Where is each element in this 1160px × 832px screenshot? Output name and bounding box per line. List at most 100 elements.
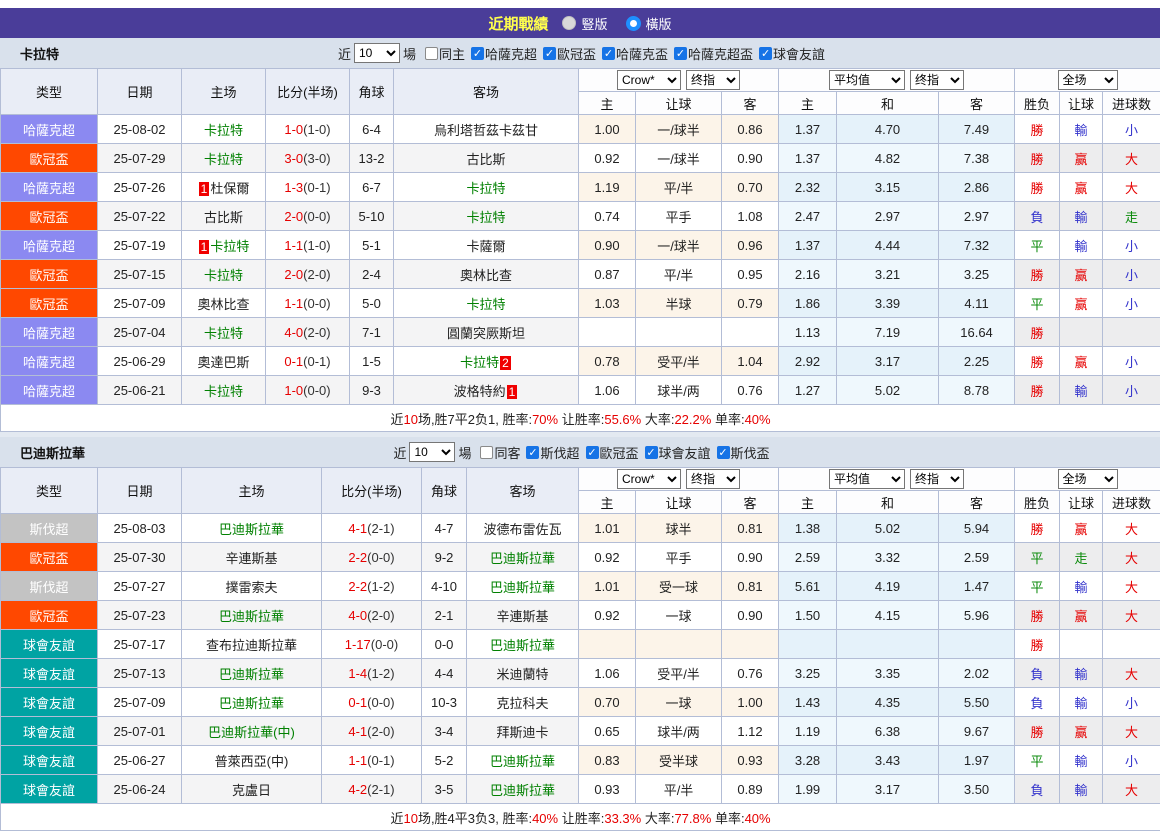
corner-cell: 2-4 xyxy=(350,260,394,289)
score-cell: 2-2(1-2) xyxy=(322,572,422,601)
league-filter-checkbox-3[interactable]: ✓ xyxy=(717,446,730,459)
home-team-name: 奧達巴斯 xyxy=(197,355,249,370)
avg-final-select[interactable]: 终指 xyxy=(910,469,964,489)
avg-home-cell: 1.19 xyxy=(779,717,837,746)
league-filter-checkbox-0[interactable]: ✓ xyxy=(471,47,484,60)
sub-header-0: 主 xyxy=(579,92,636,115)
avg-draw-cell: 3.32 xyxy=(837,543,939,572)
avg-select[interactable]: 平均值 xyxy=(829,469,905,489)
league-filter-checkbox-1[interactable]: ✓ xyxy=(543,47,556,60)
games-count-select[interactable]: 10 xyxy=(409,442,455,462)
corner-cell: 5-1 xyxy=(350,231,394,260)
summary-row: 近10场,胜7平2负1, 胜率:70% 让胜率:55.6% 大率:22.2% 单… xyxy=(1,405,1160,432)
league-filter-checkbox-1[interactable]: ✓ xyxy=(586,446,599,459)
home-team-name: 普萊西亞(中) xyxy=(215,754,289,769)
avg-home-cell: 1.99 xyxy=(779,775,837,804)
odds-final-select[interactable]: 终指 xyxy=(686,70,740,90)
away-team-name: 圓蘭突厥斯坦 xyxy=(447,326,525,341)
handicap-result-cell: 赢 xyxy=(1060,717,1103,746)
summary-label: 场,胜7平2负1, 胜率: xyxy=(418,412,532,427)
avg-final-select[interactable]: 终指 xyxy=(910,70,964,90)
sub-header-8: 进球数 xyxy=(1103,491,1160,514)
away-team-cell: 卡薩爾 xyxy=(394,231,579,260)
result-cell: 負 xyxy=(1015,659,1060,688)
halftime-score: (0-0) xyxy=(367,550,394,565)
avg-home-cell: 2.16 xyxy=(779,260,837,289)
table-row: 哈薩克超25-07-191卡拉特1-1(1-0)5-1卡薩爾0.90一/球半0.… xyxy=(1,231,1160,260)
away-team-cell: 巴迪斯拉華 xyxy=(467,775,579,804)
radio-vertical-icon[interactable] xyxy=(562,16,576,30)
same-venue-checkbox[interactable] xyxy=(480,446,493,459)
goals-result-cell: 小 xyxy=(1103,115,1160,144)
fulltime-score: 0-1 xyxy=(348,695,367,710)
same-venue-checkbox[interactable] xyxy=(425,47,438,60)
fulltime-score: 2-0 xyxy=(284,209,303,224)
league-filter-checkbox-0[interactable]: ✓ xyxy=(526,446,539,459)
avg-select[interactable]: 平均值 xyxy=(829,70,905,90)
away-team-name: 烏利塔哲茲卡茲甘 xyxy=(434,123,538,138)
radio-vertical-layout[interactable]: 豎版 xyxy=(562,14,607,33)
sub-header-1: 让球 xyxy=(636,92,722,115)
red-card-badge: 2 xyxy=(500,356,511,370)
avg-draw-cell: 4.44 xyxy=(837,231,939,260)
table-row: 斯伐超25-07-27撲雷索夫2-2(1-2)4-10巴迪斯拉華1.01受一球0… xyxy=(1,572,1160,601)
avg-home-cell: 1.50 xyxy=(779,601,837,630)
result-cell: 平 xyxy=(1015,231,1060,260)
radio-horizontal-layout[interactable]: 橫版 xyxy=(626,14,672,33)
summary-value: 40% xyxy=(745,811,771,826)
result-cell: 平 xyxy=(1015,289,1060,318)
league-cell: 哈薩克超 xyxy=(1,231,98,260)
odds-final-select[interactable]: 终指 xyxy=(686,469,740,489)
odds-home-cell: 0.83 xyxy=(579,746,636,775)
scope-controls: 全场 xyxy=(1015,469,1160,489)
odds-source-group: Crow*终指 xyxy=(579,468,779,491)
handicap-result-cell: 赢 xyxy=(1060,260,1103,289)
result-cell: 勝 xyxy=(1015,601,1060,630)
goals-result-cell xyxy=(1103,630,1160,659)
score-cell: 1-17(0-0) xyxy=(322,630,422,659)
table-row: 斯伐超25-08-03巴迪斯拉華4-1(2-1)4-7波德布雷佐瓦1.01球半0… xyxy=(1,514,1160,543)
league-cell: 歐冠盃 xyxy=(1,543,98,572)
odds-source-select[interactable]: Crow* xyxy=(617,469,681,489)
away-team-name: 巴迪斯拉華 xyxy=(490,580,555,595)
table-row: 球會友誼25-06-24克盧日4-2(2-1)3-5巴迪斯拉華0.93平/半0.… xyxy=(1,775,1160,804)
corner-cell: 6-4 xyxy=(350,115,394,144)
home-team-cell: 克盧日 xyxy=(182,775,322,804)
league-filter-checkbox-2[interactable]: ✓ xyxy=(602,47,615,60)
table-row: 哈薩克超25-07-261杜保爾1-3(0-1)6-7卡拉特1.19平/半0.7… xyxy=(1,173,1160,202)
radio-vertical-label: 豎版 xyxy=(581,14,607,33)
date-cell: 25-06-24 xyxy=(98,775,182,804)
sub-header-5: 客 xyxy=(939,491,1015,514)
goals-result-cell: 大 xyxy=(1103,173,1160,202)
scope-select[interactable]: 全场 xyxy=(1058,70,1118,90)
avg-away-cell: 2.25 xyxy=(939,347,1015,376)
league-cell: 歐冠盃 xyxy=(1,260,98,289)
result-cell: 平 xyxy=(1015,543,1060,572)
fulltime-score: 4-1 xyxy=(348,521,367,536)
fulltime-score: 4-0 xyxy=(284,325,303,340)
away-team-cell: 烏利塔哲茲卡茲甘 xyxy=(394,115,579,144)
league-filter-checkbox-2[interactable]: ✓ xyxy=(645,446,658,459)
home-team-cell: 巴迪斯拉華 xyxy=(182,514,322,543)
odds-away-cell: 0.95 xyxy=(722,260,779,289)
date-cell: 25-07-15 xyxy=(98,260,182,289)
league-filter-checkbox-3[interactable]: ✓ xyxy=(674,47,687,60)
fulltime-score: 4-0 xyxy=(348,608,367,623)
league-filter-label-0: 哈薩克超 xyxy=(485,44,537,63)
date-cell: 25-07-26 xyxy=(98,173,182,202)
home-team-cell: 查布拉迪斯拉華 xyxy=(182,630,322,659)
result-cell: 勝 xyxy=(1015,630,1060,659)
goals-result-cell: 大 xyxy=(1103,659,1160,688)
score-cell: 4-1(2-0) xyxy=(322,717,422,746)
radio-horizontal-icon[interactable] xyxy=(626,16,641,31)
scope-select[interactable]: 全场 xyxy=(1058,469,1118,489)
odds-source-select[interactable]: Crow* xyxy=(617,70,681,90)
result-cell: 勝 xyxy=(1015,260,1060,289)
away-team-name: 辛連斯基 xyxy=(496,609,548,624)
games-count-select[interactable]: 10 xyxy=(354,43,400,63)
odds-away-cell xyxy=(722,318,779,347)
table-row: 歐冠盃25-07-29卡拉特3-0(3-0)13-2古比斯0.92一/球半0.9… xyxy=(1,144,1160,173)
avg-draw-cell: 6.38 xyxy=(837,717,939,746)
result-cell: 勝 xyxy=(1015,144,1060,173)
league-filter-checkbox-4[interactable]: ✓ xyxy=(759,47,772,60)
